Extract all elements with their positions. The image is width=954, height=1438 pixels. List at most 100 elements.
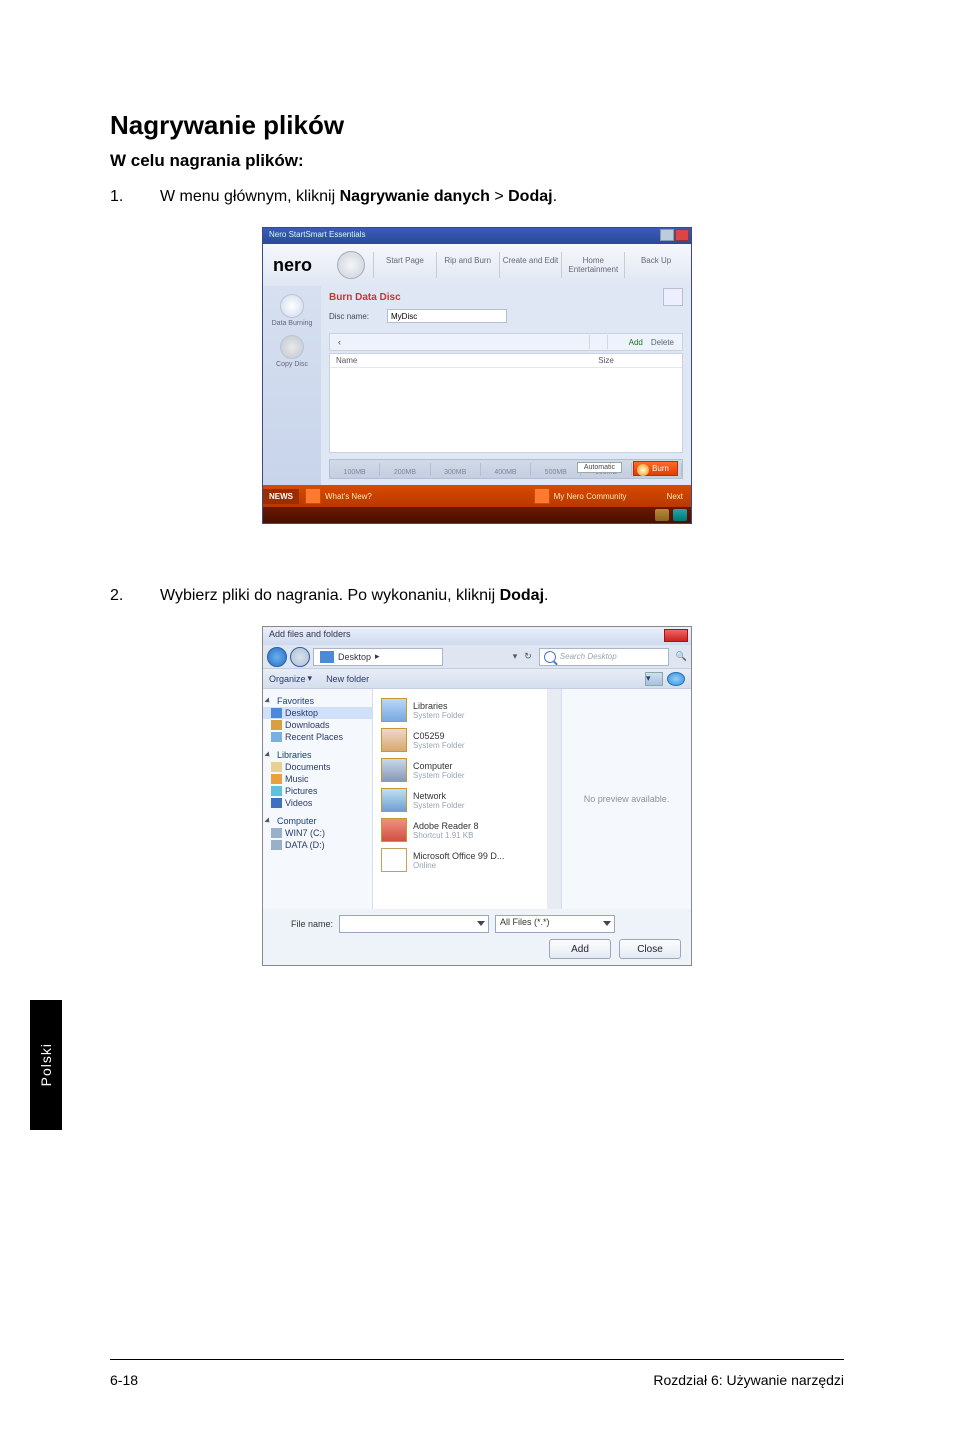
network-icon [381, 788, 407, 812]
step-1-text: W menu głównym, kliknij Nagrywanie danyc… [160, 185, 844, 209]
add-button[interactable]: Add [549, 939, 611, 959]
tree-libraries[interactable]: Libraries [263, 749, 372, 761]
page-heading: Nagrywanie plików [110, 110, 844, 141]
toolbar-arrow-icon[interactable]: ‹ [334, 337, 341, 347]
tree-computer[interactable]: Computer [263, 815, 372, 827]
globe-icon[interactable] [337, 251, 365, 279]
new-folder-button[interactable]: New folder [326, 674, 369, 684]
tree-recent[interactable]: Recent Places [263, 731, 372, 743]
expand-icon[interactable] [663, 288, 683, 306]
filename-row: File name: All Files (*.*) [273, 915, 681, 933]
dialog-titlebar: Add files and folders [263, 627, 691, 645]
column-name: Name [336, 356, 596, 365]
chevron-down-icon [603, 921, 611, 926]
preview-pane: No preview available. [561, 689, 691, 909]
tree-ddrive[interactable]: DATA (D:) [263, 839, 372, 851]
file-list-header: Name Size [330, 354, 682, 368]
copy-disc-icon [280, 335, 304, 359]
search-submit-icon[interactable]: 🔍 [676, 651, 687, 662]
filename-input[interactable] [339, 915, 489, 933]
tab-start-page[interactable]: Start Page [373, 252, 436, 278]
panel-title: Burn Data Disc [329, 292, 683, 303]
bottom-icon-2[interactable] [673, 509, 687, 521]
tree-videos[interactable]: Videos [263, 797, 372, 809]
capacity-dropdown[interactable]: Automatic [577, 462, 622, 473]
capacity-tick: 200MB [380, 463, 430, 476]
file-computer[interactable]: ComputerSystem Folder [379, 755, 555, 785]
screenshot-nero: Nero StartSmart Essentials nero Start Pa… [262, 227, 692, 524]
breadcrumb[interactable]: Desktop ▸ [313, 648, 443, 666]
address-bar: Desktop ▸ ▾ ↻ Search Desktop 🔍 [263, 645, 691, 669]
step-2-text: Wybierz pliki do nagrania. Po wykonaniu,… [160, 584, 844, 608]
nero-main: Burn Data Disc Disc name: ‹ Add Delete N… [321, 286, 691, 485]
search-input[interactable]: Search Desktop [539, 648, 669, 666]
step-2: 2. Wybierz pliki do nagrania. Po wykonan… [110, 584, 844, 608]
add-button[interactable]: Add [625, 338, 647, 347]
news-item-1[interactable]: What's New? [325, 492, 372, 501]
minimize-button[interactable] [660, 229, 674, 241]
scrollbar[interactable] [547, 689, 561, 909]
doc-icon [381, 848, 407, 872]
disc-name-input[interactable] [387, 309, 507, 323]
capacity-tick: 300MB [431, 463, 481, 476]
nero-sidebar: Data Burning Copy Disc [263, 286, 321, 485]
chapter-label: Rozdział 6: Używanie narzędzi [653, 1372, 844, 1388]
news-badge: NEWS [263, 489, 299, 504]
file-network[interactable]: NetworkSystem Folder [379, 785, 555, 815]
nero-titlebar: Nero StartSmart Essentials [263, 228, 691, 244]
tree-desktop[interactable]: Desktop [263, 707, 372, 719]
tab-rip-burn[interactable]: Rip and Burn [436, 252, 499, 278]
burn-button[interactable]: Burn [633, 461, 678, 476]
view-icon-1[interactable] [589, 335, 607, 349]
view-icon-2[interactable] [607, 335, 625, 349]
disc-icon [280, 294, 304, 318]
filetype-dropdown[interactable]: All Files (*.*) [495, 915, 615, 933]
tree-music[interactable]: Music [263, 773, 372, 785]
tab-back-up[interactable]: Back Up [624, 252, 687, 278]
tree-pictures[interactable]: Pictures [263, 785, 372, 797]
dialog-close-button[interactable] [664, 629, 688, 642]
news-bar: NEWS What's New? My Nero Community Next [263, 485, 691, 507]
search-icon [544, 651, 556, 663]
organize-dropdown[interactable]: Organize [269, 674, 306, 684]
nav-forward-button[interactable] [290, 647, 310, 667]
bottom-icon-1[interactable] [655, 509, 669, 521]
file-office[interactable]: Microsoft Office 99 D...Online [379, 845, 555, 875]
chevron-down-icon [477, 921, 485, 926]
delete-button[interactable]: Delete [647, 338, 678, 347]
close-button[interactable] [675, 229, 689, 241]
computer-icon [381, 758, 407, 782]
rss-icon [305, 488, 321, 504]
view-mode-button[interactable]: ▾ [645, 672, 663, 686]
tree-favorites[interactable]: Favorites [263, 695, 372, 707]
help-button[interactable] [667, 672, 685, 686]
language-side-tab: Polski [30, 1000, 62, 1130]
file-libraries[interactable]: LibrariesSystem Folder [379, 695, 555, 725]
sidebar-copy-disc[interactable]: Copy Disc [263, 331, 321, 372]
folder-tree: Favorites Desktop Downloads Recent Place… [263, 689, 373, 909]
column-size: Size [598, 356, 614, 365]
sidebar-data-burning[interactable]: Data Burning [263, 290, 321, 331]
page-footer: 6-18 Rozdział 6: Używanie narzędzi [110, 1372, 844, 1388]
screenshot-file-dialog: Add files and folders Desktop ▸ ▾ ↻ Sear… [262, 626, 692, 966]
window-buttons [660, 229, 689, 241]
tab-home-entertainment[interactable]: Home Entertainment [561, 252, 624, 278]
nav-back-button[interactable] [267, 647, 287, 667]
nero-window-title: Nero StartSmart Essentials [269, 230, 365, 239]
close-button[interactable]: Close [619, 939, 681, 959]
tree-documents[interactable]: Documents [263, 761, 372, 773]
tab-create-edit[interactable]: Create and Edit [499, 252, 562, 278]
language-side-tab-label: Polski [38, 1043, 54, 1086]
libraries-icon [381, 698, 407, 722]
dialog-body: Favorites Desktop Downloads Recent Place… [263, 689, 691, 909]
step-2-number: 2. [110, 584, 160, 608]
file-adobe[interactable]: Adobe Reader 8Shortcut 1.91 KB [379, 815, 555, 845]
news-next[interactable]: Next [667, 492, 691, 501]
file-user[interactable]: C05259System Folder [379, 725, 555, 755]
tree-downloads[interactable]: Downloads [263, 719, 372, 731]
filename-label: File name: [273, 919, 333, 929]
tree-cdrive[interactable]: WIN7 (C:) [263, 827, 372, 839]
nero-body: Data Burning Copy Disc Burn Data Disc Di… [263, 286, 691, 485]
capacity-tick: 400MB [481, 463, 531, 476]
news-item-2[interactable]: My Nero Community [554, 492, 627, 501]
